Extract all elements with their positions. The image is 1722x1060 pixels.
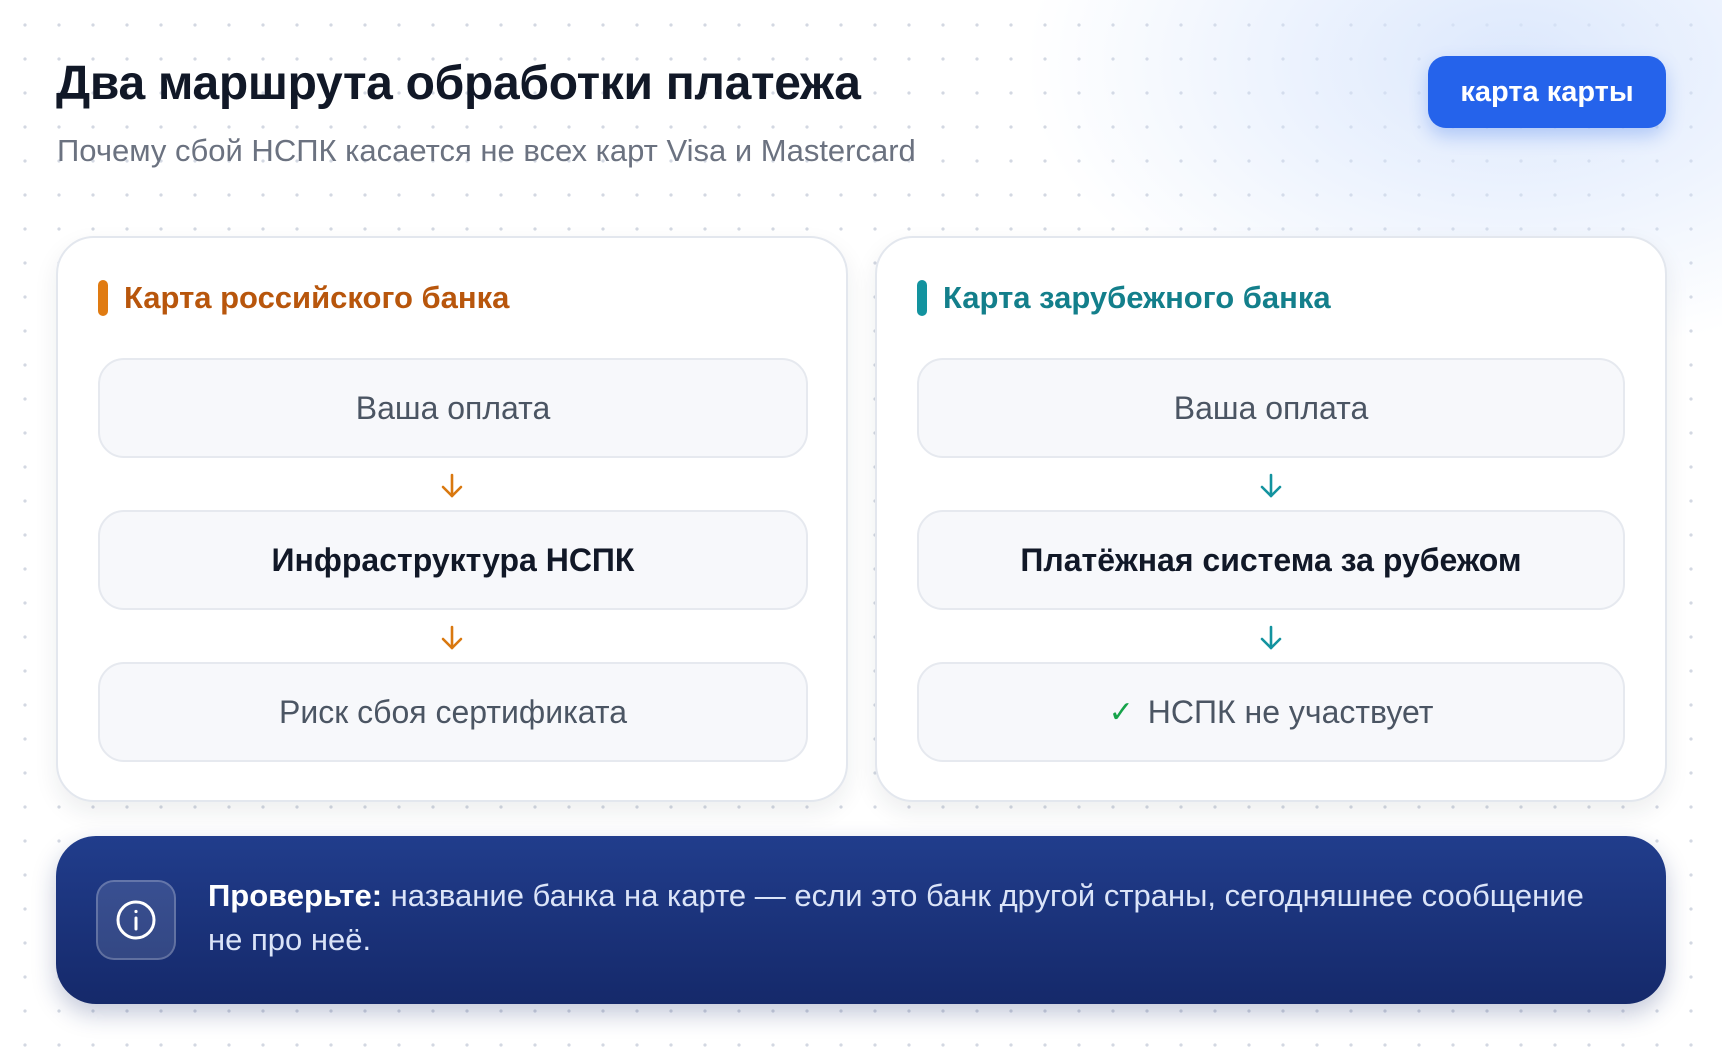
info-text: Проверьте: название банка на карте — есл… bbox=[208, 874, 1608, 962]
arrow-down-icon bbox=[58, 472, 846, 500]
route-card-foreign-bank: Карта зарубежного банка Ваша оплата Плат… bbox=[875, 236, 1667, 802]
flow-step-nspk-not-involved: ✓ НСПК не участвует bbox=[917, 662, 1625, 762]
accent-bar bbox=[98, 280, 108, 316]
route-card-header: Карта зарубежного банка bbox=[917, 280, 1331, 316]
route-card-header: Карта российского банка bbox=[98, 280, 509, 316]
info-label: Проверьте: bbox=[208, 878, 383, 913]
flow-step-nspk-infrastructure: Инфраструктура НСПК bbox=[98, 510, 808, 610]
route-card-title: Карта российского банка bbox=[124, 280, 510, 315]
route-card-russian-bank: Карта российского банка Ваша оплата Инфр… bbox=[56, 236, 848, 802]
flow-step-label: НСПК не участвует bbox=[1147, 693, 1434, 730]
info-banner: Проверьте: название банка на карте — есл… bbox=[56, 836, 1666, 1004]
flow-step-payment: Ваша оплата bbox=[98, 358, 808, 458]
page-title: Два маршрута обработки платежа bbox=[56, 57, 861, 110]
check-icon: ✓ bbox=[1108, 695, 1134, 729]
arrow-down-icon bbox=[877, 624, 1665, 652]
route-card-title: Карта зарубежного банка bbox=[943, 280, 1331, 315]
accent-bar bbox=[917, 280, 927, 316]
flow-step-foreign-payment-system: Платёжная система за рубежом bbox=[917, 510, 1625, 610]
info-icon bbox=[96, 880, 176, 960]
flow-step-certificate-risk: Риск сбоя сертификата bbox=[98, 662, 808, 762]
arrow-down-icon bbox=[58, 624, 846, 652]
flow-step-payment: Ваша оплата bbox=[917, 358, 1625, 458]
arrow-down-icon bbox=[877, 472, 1665, 500]
info-message: название банка на карте — если это банк … bbox=[208, 878, 1584, 957]
page-subtitle: Почему сбой НСПК касается не всех карт V… bbox=[57, 133, 916, 168]
card-tag-button[interactable]: карта карты bbox=[1428, 56, 1666, 128]
